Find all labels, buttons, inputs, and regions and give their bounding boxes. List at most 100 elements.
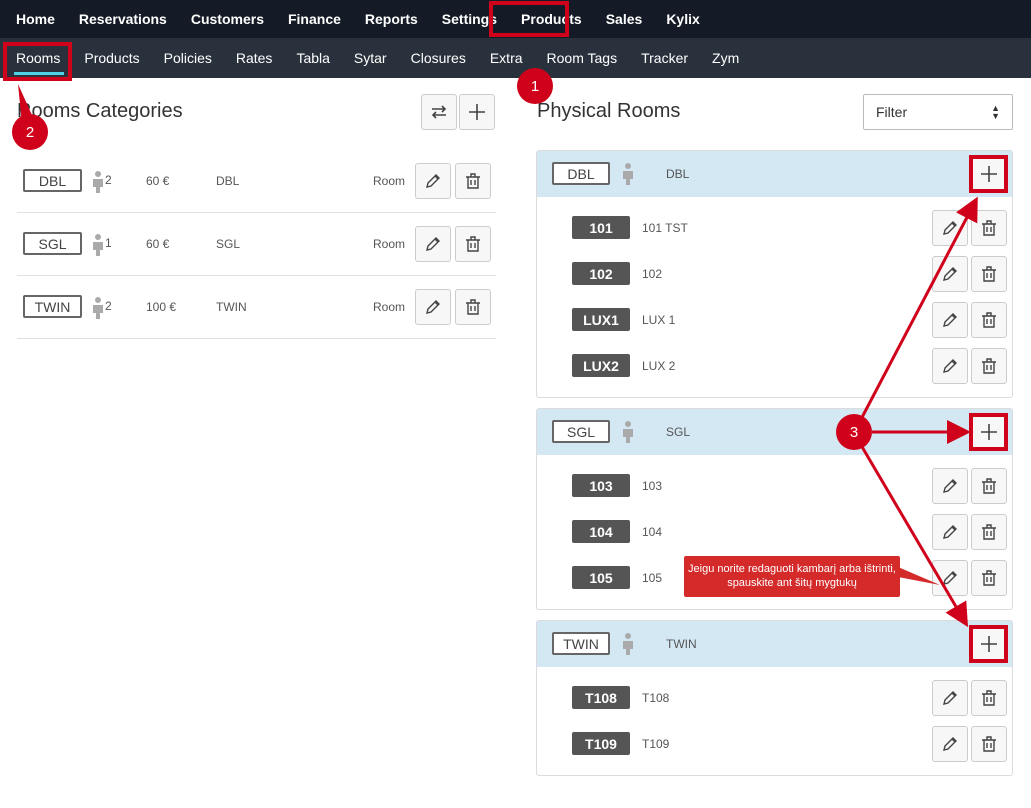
pencil-icon <box>943 571 957 585</box>
subnav-products[interactable]: Products <box>72 38 151 78</box>
highlight-add-twin <box>969 625 1008 663</box>
nav-reservations[interactable]: Reservations <box>67 0 179 38</box>
delete-category-button[interactable] <box>455 163 491 199</box>
annotation-marker-1: 1 <box>517 68 553 104</box>
edit-room-button[interactable] <box>932 726 968 762</box>
group-header: DBL DBL <box>537 151 1012 197</box>
room-tag: LUX2 <box>572 354 630 377</box>
edit-room-button[interactable] <box>932 468 968 504</box>
trash-icon <box>982 266 996 282</box>
trash-icon <box>982 736 996 752</box>
group-header: TWIN TWIN <box>537 621 1012 667</box>
delete-category-button[interactable] <box>455 289 491 325</box>
nav-kylix[interactable]: Kylix <box>654 0 711 38</box>
group-code: TWIN <box>552 632 610 655</box>
person-icon <box>93 171 103 193</box>
nav-customers[interactable]: Customers <box>179 0 276 38</box>
category-type: Room <box>373 237 406 251</box>
subnav-zym[interactable]: Zym <box>700 38 751 78</box>
delete-room-button[interactable] <box>971 210 1007 246</box>
room-tag: T108 <box>572 686 630 709</box>
room-name: T108 <box>642 691 670 705</box>
edit-category-button[interactable] <box>415 289 451 325</box>
edit-room-button[interactable] <box>932 560 968 596</box>
category-code: DBL <box>23 169 82 192</box>
nav-home[interactable]: Home <box>0 0 67 38</box>
pencil-icon <box>943 221 957 235</box>
edit-room-button[interactable] <box>932 210 968 246</box>
swap-arrows-icon <box>431 105 447 119</box>
highlight-add-dbl <box>969 155 1008 193</box>
delete-room-button[interactable] <box>971 302 1007 338</box>
subnav-tracker[interactable]: Tracker <box>629 38 700 78</box>
delete-room-button[interactable] <box>971 560 1007 596</box>
category-code: SGL <box>23 232 82 255</box>
subnav-room-tags[interactable]: Room Tags <box>535 38 630 78</box>
plus-icon <box>469 104 485 120</box>
room-tag: 102 <box>572 262 630 285</box>
delete-room-button[interactable] <box>971 680 1007 716</box>
category-price: 60 € <box>146 174 170 188</box>
delete-room-button[interactable] <box>971 256 1007 292</box>
category-row: TWIN 2 100 € TWIN Room <box>17 276 496 339</box>
room-tag: 105 <box>572 566 630 589</box>
physical-rooms-title: Physical Rooms <box>537 100 681 122</box>
category-price: 60 € <box>146 237 170 251</box>
edit-room-button[interactable] <box>932 302 968 338</box>
room-name: 103 <box>642 479 663 493</box>
subnav-policies[interactable]: Policies <box>152 38 224 78</box>
annotation-marker-2: 2 <box>12 114 48 150</box>
add-category-button[interactable] <box>459 94 495 130</box>
pencil-icon <box>943 691 957 705</box>
group-name: SGL <box>666 425 691 439</box>
edit-room-button[interactable] <box>932 680 968 716</box>
category-name: SGL <box>216 237 241 251</box>
edit-room-button[interactable] <box>932 256 968 292</box>
pencil-icon <box>943 737 957 751</box>
subnav-sytar[interactable]: Sytar <box>342 38 399 78</box>
subnav-rates[interactable]: Rates <box>224 38 285 78</box>
trash-icon <box>982 478 996 494</box>
room-row: T109 T109 <box>537 726 1012 762</box>
edit-category-button[interactable] <box>415 163 451 199</box>
person-icon <box>93 234 103 256</box>
group-header: SGL SGL <box>537 409 1012 455</box>
pencil-icon <box>943 525 957 539</box>
edit-room-button[interactable] <box>932 348 968 384</box>
category-row: DBL 2 60 € DBL Room <box>17 150 496 213</box>
category-name: DBL <box>216 174 240 188</box>
edit-category-button[interactable] <box>415 226 451 262</box>
category-code: TWIN <box>23 295 82 318</box>
room-row: LUX2 LUX 2 <box>537 348 1012 384</box>
pencil-icon <box>426 300 440 314</box>
room-row: 104 104 <box>537 514 1012 550</box>
edit-room-button[interactable] <box>932 514 968 550</box>
trash-icon <box>982 358 996 374</box>
filter-value: Filter <box>876 104 908 120</box>
room-name: 101 TST <box>642 221 688 235</box>
pencil-icon <box>943 479 957 493</box>
room-tag: 103 <box>572 474 630 497</box>
nav-reports[interactable]: Reports <box>353 0 430 38</box>
room-tag: T109 <box>572 732 630 755</box>
room-tag: 101 <box>572 216 630 239</box>
delete-room-button[interactable] <box>971 348 1007 384</box>
subnav-tabla[interactable]: Tabla <box>284 38 341 78</box>
category-name: TWIN <box>216 300 247 314</box>
delete-room-button[interactable] <box>971 514 1007 550</box>
group-code: SGL <box>552 420 610 443</box>
delete-room-button[interactable] <box>971 726 1007 762</box>
filter-select[interactable]: Filter ▲ ▼ <box>863 94 1013 130</box>
person-icon <box>93 297 103 319</box>
trash-icon <box>982 690 996 706</box>
delete-category-button[interactable] <box>455 226 491 262</box>
room-row: T108 T108 <box>537 680 1012 716</box>
highlight-products-nav <box>489 1 569 37</box>
subnav-closures[interactable]: Closures <box>399 38 478 78</box>
nav-sales[interactable]: Sales <box>594 0 655 38</box>
pencil-icon <box>426 237 440 251</box>
swap-button[interactable] <box>421 94 457 130</box>
delete-room-button[interactable] <box>971 468 1007 504</box>
room-name: 105 <box>642 571 663 585</box>
nav-finance[interactable]: Finance <box>276 0 353 38</box>
